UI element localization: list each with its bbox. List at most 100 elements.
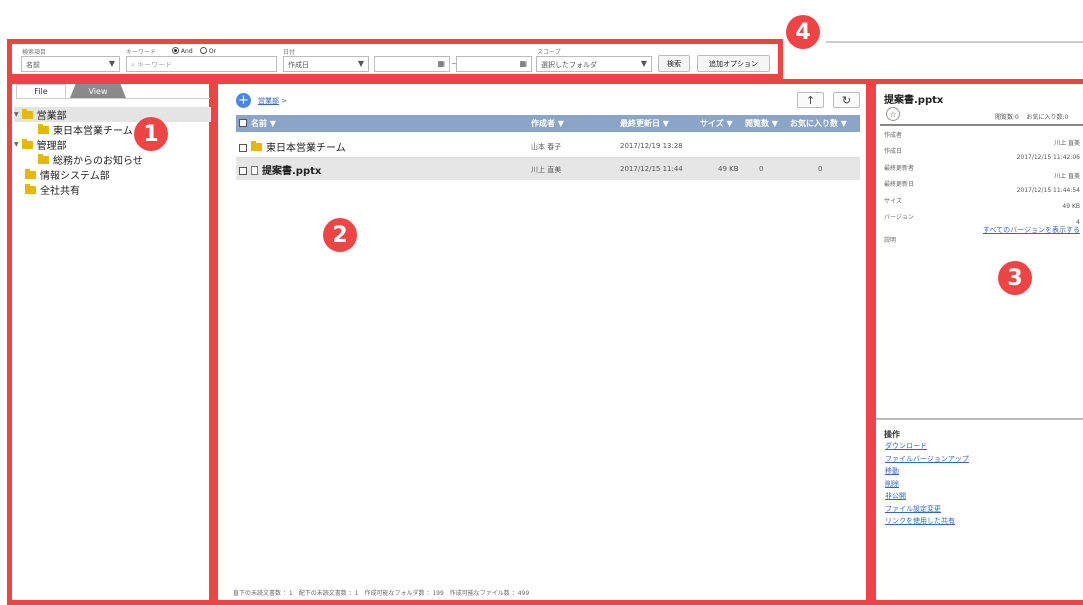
- author-cell: 山本 春子: [531, 143, 562, 151]
- folder-icon: [25, 183, 36, 194]
- breadcrumb-link[interactable]: 営業部: [258, 97, 279, 105]
- callout-badge-2: 2: [323, 218, 357, 252]
- all-versions-link[interactable]: すべてのバージョンを表示する: [983, 225, 1080, 235]
- name-cell: 東日本営業チーム: [239, 139, 346, 154]
- add-options-button[interactable]: 追加オプション: [697, 55, 770, 72]
- keyword-input[interactable]: ⌕ キーワード: [126, 56, 277, 72]
- size-cell: 49 KB: [718, 165, 739, 173]
- chevron-down-icon: ▼: [108, 59, 115, 68]
- search-item-select[interactable]: 名前 ▼: [21, 56, 120, 72]
- author-cell: 川上 直美: [531, 166, 562, 174]
- tree-node-joho-system[interactable]: 情報システム部: [25, 167, 110, 182]
- column-header-favorites[interactable]: お気に入り数 ▼: [790, 118, 847, 129]
- description-label: 説明: [884, 237, 897, 244]
- tree-node-zensha[interactable]: 全社共有: [25, 182, 80, 197]
- column-header-name[interactable]: 名前 ▼: [251, 118, 276, 129]
- search-button[interactable]: 検索: [658, 55, 690, 72]
- tree-node-label: 営業部: [36, 111, 67, 122]
- column-header-author[interactable]: 作成者 ▼: [531, 118, 564, 129]
- tree-node-label: 全社共有: [40, 186, 80, 197]
- search-item-value: 名前: [26, 61, 40, 69]
- tab-view[interactable]: View: [70, 84, 126, 98]
- select-all-checkbox[interactable]: [239, 119, 247, 127]
- refresh-button[interactable]: ↻: [833, 92, 860, 108]
- date-label: 日付: [283, 49, 296, 56]
- folder-icon: [251, 141, 262, 151]
- field-value: 49 KB: [1062, 203, 1080, 210]
- chevron-down-icon: ▼: [357, 59, 364, 68]
- date-to-input[interactable]: ▦: [456, 56, 532, 72]
- or-label: Or: [208, 48, 217, 55]
- folder-icon: [21, 138, 33, 149]
- favorite-star-icon[interactable]: ☆: [886, 107, 900, 121]
- folder-icon: [21, 108, 33, 119]
- row-checkbox[interactable]: [239, 144, 247, 152]
- op-download[interactable]: ダウンロード: [885, 441, 927, 451]
- op-move[interactable]: 移動: [885, 466, 899, 476]
- upload-button[interactable]: ↑: [797, 92, 824, 108]
- op-link-share[interactable]: リンクを使用した共有: [885, 516, 955, 526]
- expand-icon: ▼: [14, 111, 19, 118]
- scope-label: スコープ: [537, 49, 561, 56]
- calendar-icon: ▦: [519, 59, 527, 68]
- table-row[interactable]: 東日本営業チーム 山本 春子 2017/12/19 13:28: [236, 135, 860, 157]
- and-label: And: [180, 48, 193, 55]
- column-header-updated[interactable]: 最終更新日 ▼: [620, 118, 669, 129]
- date-field-value: 作成日: [288, 61, 309, 69]
- tab-file[interactable]: File: [16, 84, 66, 98]
- date-from-input[interactable]: ▦: [374, 56, 450, 72]
- column-header-size[interactable]: サイズ ▼: [700, 118, 733, 129]
- callout-badge-1: 1: [134, 117, 168, 151]
- search-item-label: 検索項目: [22, 49, 47, 56]
- field-value: 2017/12/15 11:42:06: [1016, 154, 1080, 161]
- field-label: 最終更新日: [884, 181, 915, 188]
- or-radio[interactable]: Or: [200, 47, 216, 55]
- add-icon[interactable]: +: [236, 93, 251, 108]
- folder-icon: [38, 123, 49, 134]
- updated-cell: 2017/12/15 11:44: [620, 165, 683, 173]
- tree-node-eigyo[interactable]: ▼ 営業部: [14, 107, 211, 122]
- arrow-up-icon: ↑: [805, 93, 816, 107]
- tree-node-higashi-nihon[interactable]: 東日本営業チーム: [38, 122, 133, 137]
- op-delete[interactable]: 削除: [885, 479, 899, 489]
- field-value: 2017/12/15 11:44:54: [1016, 187, 1080, 194]
- scope-value: 選択したフォルダ: [541, 61, 597, 69]
- tree-node-label: 情報システム部: [40, 171, 110, 182]
- file-icon: [251, 166, 258, 175]
- detail-title: 提案書.pptx: [884, 95, 944, 106]
- row-name: 東日本営業チーム: [266, 143, 346, 154]
- tree-node-kanri[interactable]: ▼ 管理部: [14, 137, 67, 152]
- op-file-settings[interactable]: ファイル設定変更: [885, 504, 941, 514]
- radio-selected-icon: [172, 47, 179, 54]
- search-icon: ⌕: [131, 61, 135, 69]
- folder-icon: [25, 168, 36, 179]
- detail-counts: 閲覧数:0 お気に入り数:0: [995, 112, 1068, 121]
- date-field-select[interactable]: 作成日 ▼: [283, 56, 369, 72]
- op-unpublish[interactable]: 非公開: [885, 491, 906, 501]
- favorites-count: お気に入り数:0: [1026, 114, 1069, 121]
- updated-cell: 2017/12/19 13:28: [620, 142, 683, 150]
- operations-divider: [876, 418, 1083, 420]
- op-version-up[interactable]: ファイルバージョンアップ: [885, 454, 969, 464]
- field-value: 川上 直美: [1054, 140, 1080, 147]
- row-checkbox[interactable]: [239, 167, 247, 175]
- views-cell: 0: [759, 165, 764, 173]
- field-value: 川上 直美: [1054, 173, 1080, 180]
- and-radio[interactable]: And: [172, 47, 193, 55]
- operations-title: 操作: [884, 430, 900, 439]
- name-cell: 提案書.pptx: [239, 162, 321, 177]
- keyword-placeholder: キーワード: [137, 61, 173, 69]
- scope-select[interactable]: 選択したフォルダ ▼: [536, 56, 652, 72]
- tree-node-soumu[interactable]: 総務からのお知らせ: [38, 152, 143, 167]
- breadcrumb-separator: >: [281, 97, 288, 105]
- expand-icon: ▼: [14, 141, 19, 148]
- column-header-views[interactable]: 閲覧数 ▼: [745, 118, 778, 129]
- tree-node-label: 管理部: [36, 141, 67, 152]
- callout-badge-4: 4: [786, 15, 820, 49]
- folder-icon: [38, 153, 49, 164]
- table-row[interactable]: 提案書.pptx 川上 直美 2017/12/15 11:44 49 KB 0 …: [236, 158, 860, 180]
- row-name: 提案書.pptx: [262, 166, 322, 177]
- list-footer-stats: 直下の未読文書数 ：1 配下の未読文書数 ：1 作成可能なフォルダ数 ：199 …: [233, 590, 530, 597]
- field-label: サイズ: [884, 198, 902, 205]
- callout-badge-3: 3: [998, 261, 1032, 295]
